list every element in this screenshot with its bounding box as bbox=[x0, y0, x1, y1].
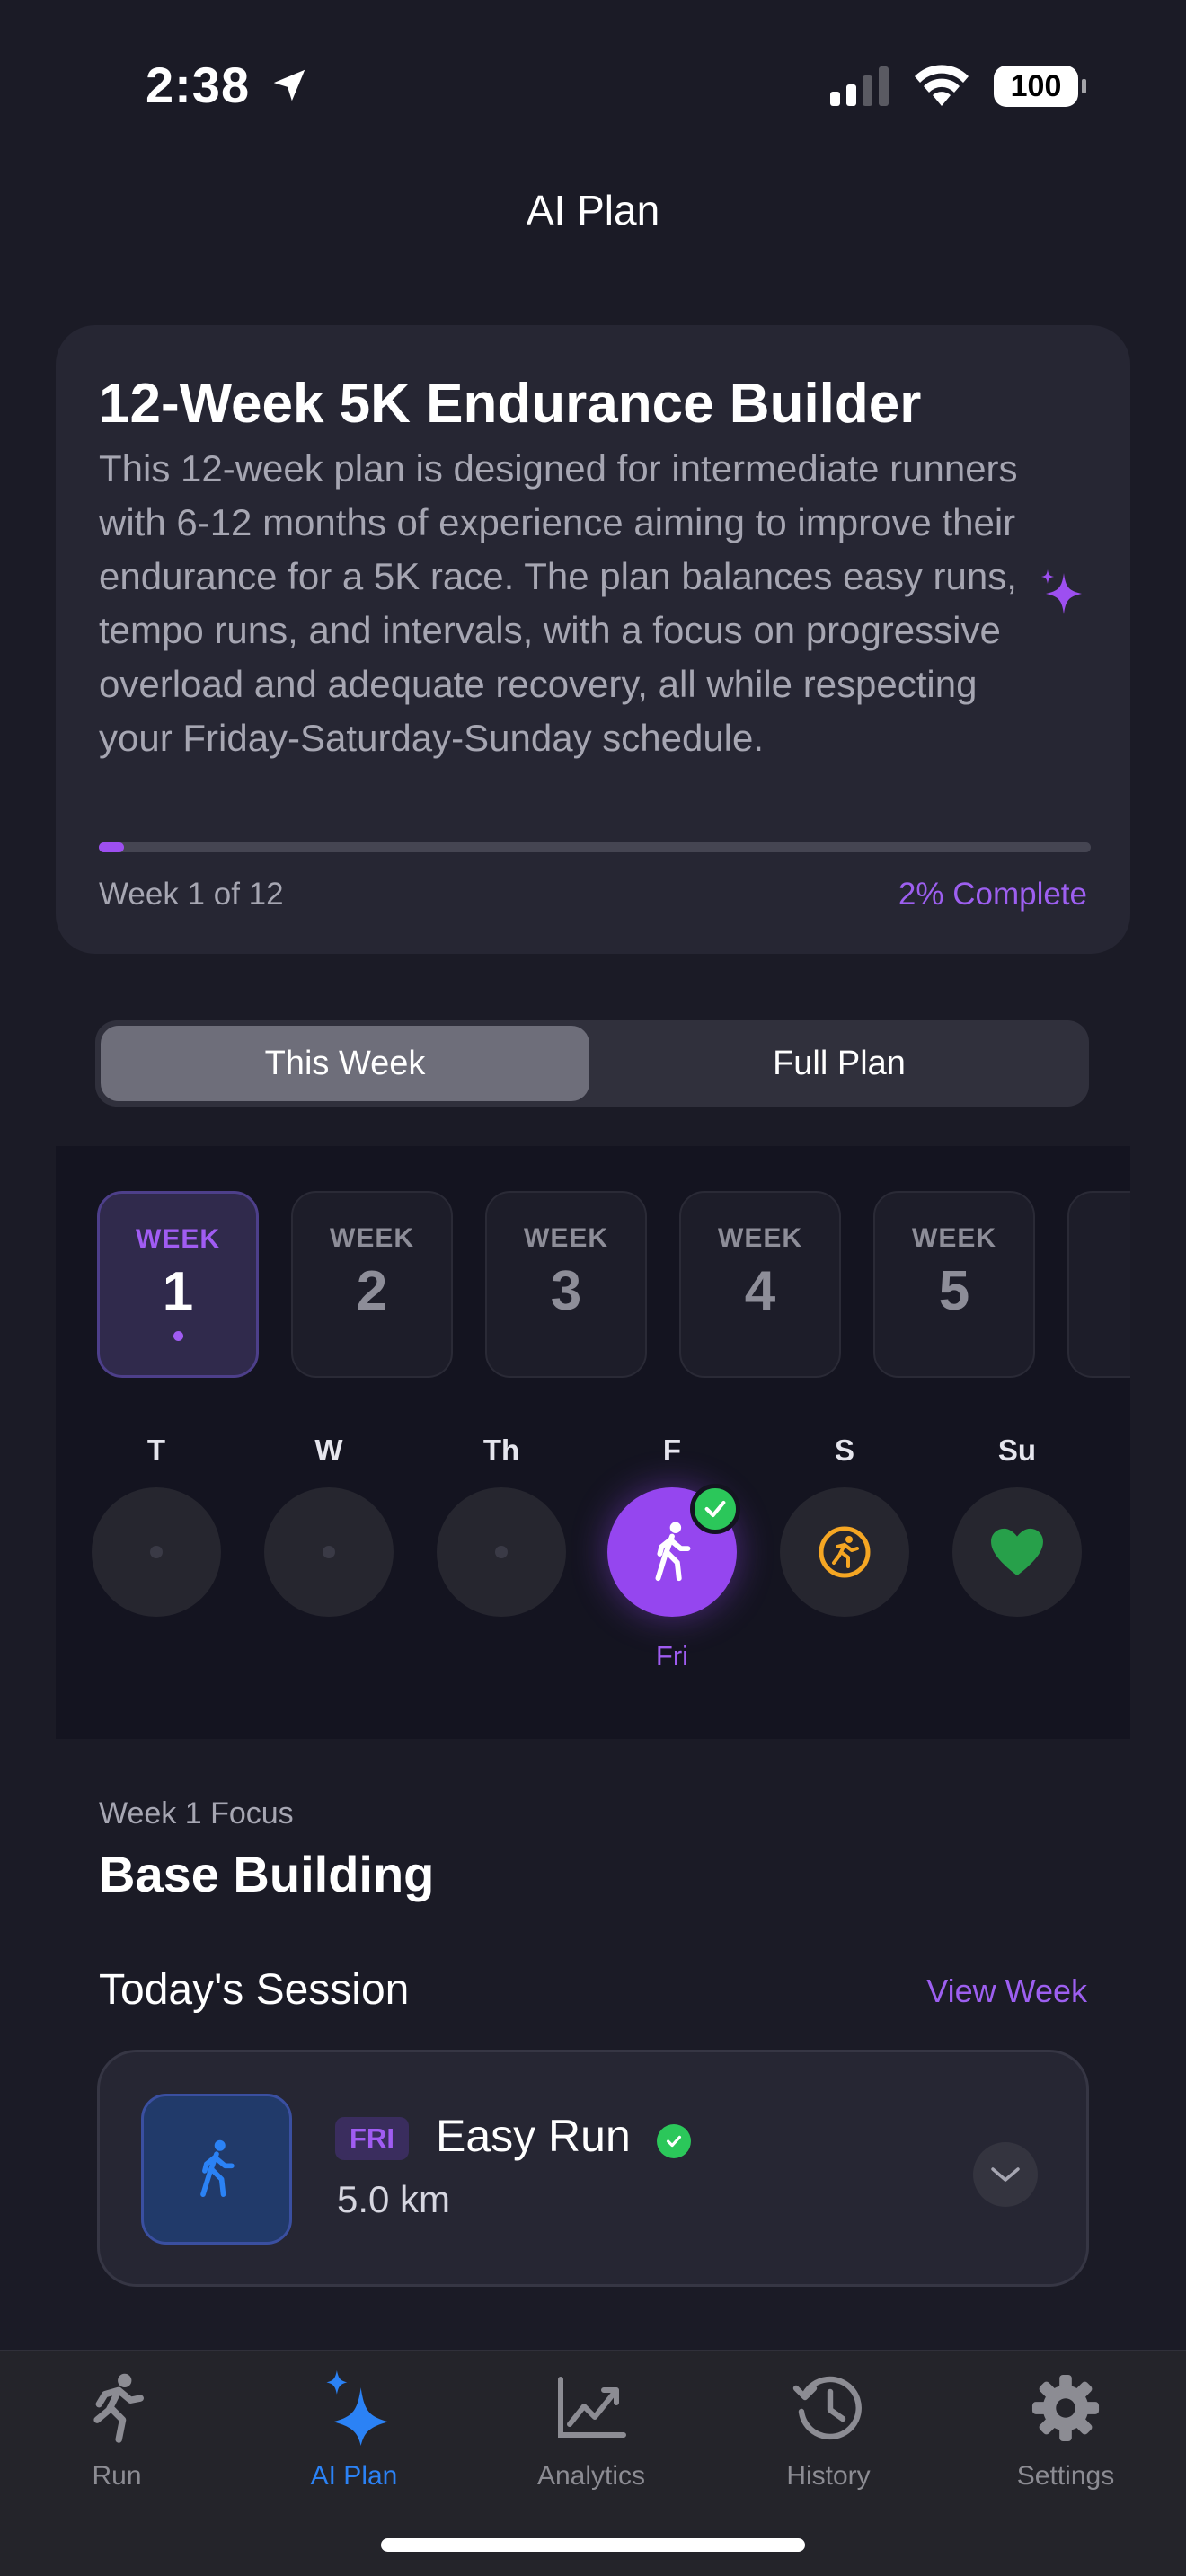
rest-dot-icon bbox=[323, 1546, 335, 1558]
segment-full-plan[interactable]: Full Plan bbox=[595, 1026, 1084, 1101]
session-type-icon-tile bbox=[141, 2094, 292, 2245]
tab-ai-plan[interactable]: AI Plan bbox=[255, 2368, 453, 2492]
week-current-dot bbox=[173, 1331, 183, 1341]
day-label-wed: W bbox=[314, 1434, 343, 1467]
plan-summary-card[interactable]: 12-Week 5K Endurance Builder This 12-wee… bbox=[56, 325, 1130, 954]
day-fri-today[interactable] bbox=[607, 1484, 740, 1617]
gear-icon bbox=[1025, 2368, 1106, 2448]
cellular-signal-icon bbox=[830, 66, 889, 106]
week-chip-number: 2 bbox=[356, 1260, 388, 1322]
day-label-sat: S bbox=[834, 1434, 854, 1467]
day-wed-rest[interactable] bbox=[264, 1487, 394, 1617]
plan-description: This 12-week plan is designed for interm… bbox=[99, 447, 1018, 759]
battery-level: 100 bbox=[1010, 68, 1062, 103]
plan-complete-label: 2% Complete bbox=[898, 877, 1087, 912]
week-chip-number: 3 bbox=[550, 1260, 582, 1322]
day-label-tue: T bbox=[146, 1434, 166, 1467]
heart-icon bbox=[991, 1528, 1043, 1576]
session-distance: 5.0 km bbox=[337, 2178, 451, 2220]
week-calendar: WEEK 1 WEEK 2 WEEK 3 WEEK 4 WEEK 5 W T W… bbox=[56, 1146, 1130, 1739]
chart-icon bbox=[551, 2368, 632, 2448]
home-indicator bbox=[381, 2538, 805, 2552]
week-chip-6[interactable]: W bbox=[1067, 1191, 1130, 1378]
week-chip-2[interactable]: WEEK 2 bbox=[291, 1191, 453, 1378]
run-icon bbox=[76, 2368, 157, 2448]
plan-progress-bar bbox=[99, 842, 1091, 852]
week-chip-label: WEEK bbox=[718, 1223, 802, 1253]
tab-analytics[interactable]: Analytics bbox=[492, 2368, 690, 2492]
expand-session-button[interactable] bbox=[973, 2142, 1038, 2207]
running-icon bbox=[819, 1526, 871, 1578]
tab-history[interactable]: History bbox=[730, 2368, 927, 2492]
day-label-fri: F bbox=[662, 1434, 682, 1467]
week-chip-label: WEEK bbox=[136, 1224, 220, 1254]
status-time-text: 2:38 bbox=[146, 57, 251, 113]
sparkles-icon bbox=[314, 2368, 394, 2448]
tab-label: Run bbox=[92, 2461, 142, 2491]
day-label-sun: Su bbox=[997, 1434, 1037, 1467]
week-chip-1[interactable]: WEEK 1 bbox=[97, 1191, 259, 1378]
tab-label: History bbox=[786, 2461, 871, 2491]
tab-label: AI Plan bbox=[310, 2461, 398, 2491]
tab-settings[interactable]: Settings bbox=[967, 2368, 1164, 2492]
rest-dot-icon bbox=[495, 1546, 508, 1558]
segment-this-week[interactable]: This Week bbox=[101, 1026, 589, 1101]
week-chip-3[interactable]: WEEK 3 bbox=[485, 1191, 647, 1378]
week-chip-label: WEEK bbox=[524, 1223, 608, 1253]
sparkle-icon bbox=[1041, 569, 1082, 614]
status-icons: 100 bbox=[830, 65, 1086, 108]
todays-session-header: Today's Session bbox=[99, 1966, 410, 2014]
chevron-down-icon bbox=[991, 2167, 1020, 2182]
session-name: Easy Run bbox=[436, 2111, 631, 2161]
location-arrow-icon bbox=[273, 69, 305, 101]
week-chip-5[interactable]: WEEK 5 bbox=[873, 1191, 1035, 1378]
plan-progress-fill bbox=[99, 842, 124, 852]
completed-check-icon bbox=[690, 1484, 740, 1534]
plan-title: 12-Week 5K Endurance Builder bbox=[99, 373, 922, 435]
walking-icon bbox=[200, 2139, 235, 2197]
session-completed-icon bbox=[657, 2124, 691, 2158]
page-title: AI Plan bbox=[526, 187, 660, 234]
tab-label: Settings bbox=[1016, 2461, 1115, 2491]
history-icon bbox=[788, 2368, 869, 2448]
day-thu-rest[interactable] bbox=[437, 1487, 566, 1617]
tab-label: Analytics bbox=[536, 2461, 646, 2491]
day-tue-rest[interactable] bbox=[92, 1487, 221, 1617]
view-segmented-control: This Week Full Plan bbox=[95, 1020, 1089, 1107]
battery-indicator: 100 bbox=[994, 66, 1086, 107]
week-chip-number: 5 bbox=[938, 1260, 970, 1322]
week-focus-title: Base Building bbox=[99, 1846, 435, 1902]
tab-run[interactable]: Run bbox=[18, 2368, 216, 2492]
day-label-thu: Th bbox=[482, 1434, 520, 1467]
wifi-icon bbox=[915, 65, 969, 106]
week-chip-number: 4 bbox=[744, 1260, 776, 1322]
day-sun-recovery[interactable] bbox=[952, 1487, 1082, 1617]
week-focus-label: Week 1 Focus bbox=[99, 1796, 294, 1831]
week-chip-label: WEEK bbox=[912, 1223, 996, 1253]
week-chip-4[interactable]: WEEK 4 bbox=[679, 1191, 841, 1378]
today-day-label: Fri bbox=[655, 1640, 689, 1672]
view-week-link[interactable]: View Week bbox=[926, 1972, 1087, 2010]
plan-week-label: Week 1 of 12 bbox=[99, 877, 284, 912]
week-chip-label: WEEK bbox=[330, 1223, 414, 1253]
walking-icon bbox=[655, 1522, 691, 1582]
rest-dot-icon bbox=[150, 1546, 163, 1558]
status-time: 2:38 bbox=[146, 56, 310, 114]
week-chip-number: 1 bbox=[162, 1261, 194, 1323]
day-sat-run[interactable] bbox=[780, 1487, 909, 1617]
session-card[interactable]: FRI Easy Run 5.0 km bbox=[97, 2050, 1089, 2287]
session-day-badge: FRI bbox=[335, 2117, 409, 2160]
